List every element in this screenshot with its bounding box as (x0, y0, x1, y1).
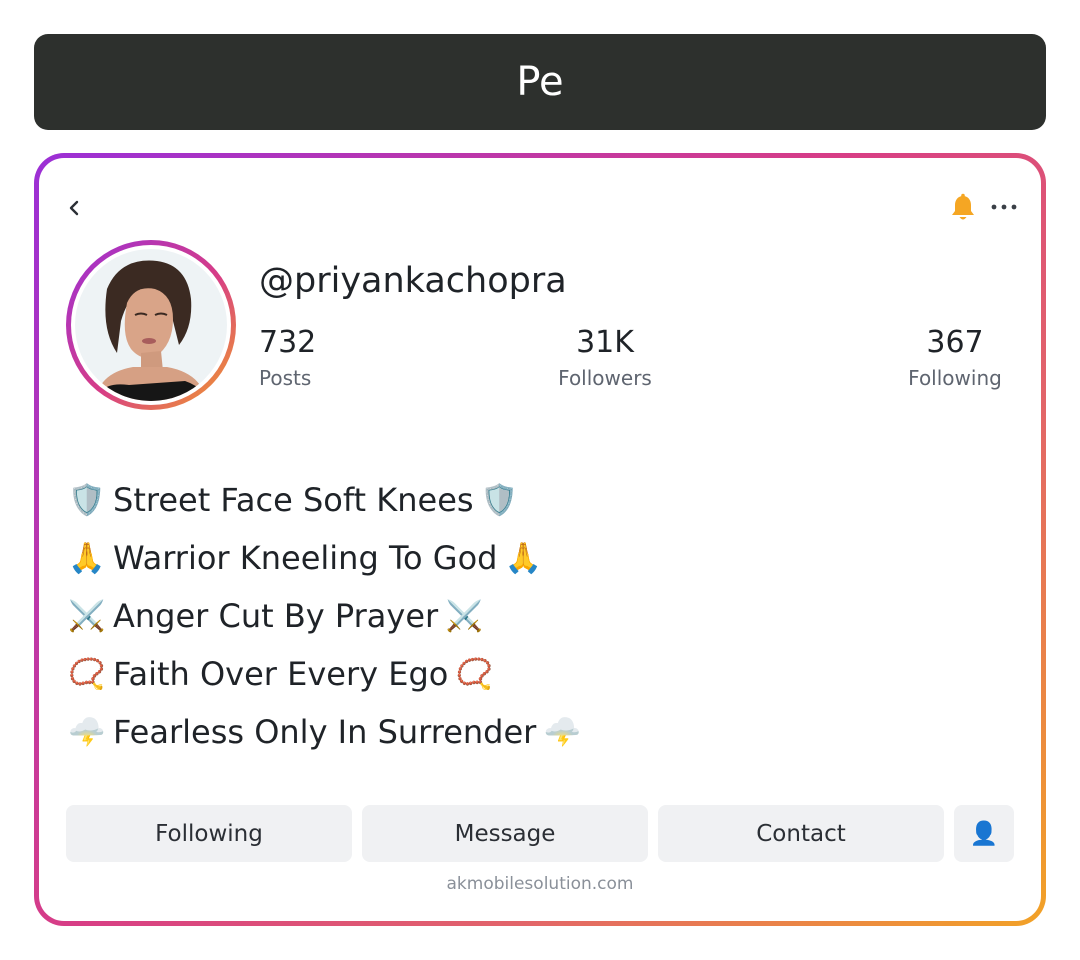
following-button[interactable]: Following (66, 805, 352, 862)
profile-photo (75, 249, 227, 401)
message-button[interactable]: Message (362, 805, 648, 862)
prayer-beads-icon: 📿 (455, 656, 493, 692)
following-label: Following (908, 366, 1002, 390)
avatar-inner (71, 245, 231, 405)
bell-icon[interactable] (949, 193, 977, 223)
bio-line: 🌩️ Fearless Only In Surrender 🌩️ (67, 703, 967, 761)
footer-watermark: akmobilesolution.com (446, 874, 634, 894)
stat-followers[interactable]: 31K Followers (555, 324, 655, 392)
bio-line-text: Faith Over Every Ego (113, 655, 449, 693)
more-horizontal-icon[interactable] (989, 200, 1019, 214)
posts-count: 732 (259, 325, 317, 360)
shield-icon: 🛡️ (68, 482, 106, 518)
thunder-cloud-icon: 🌩️ (68, 714, 106, 750)
suggested-users-button[interactable]: 👤 (954, 805, 1014, 862)
title-bar: Pe (34, 34, 1046, 130)
stat-following[interactable]: 367 Following (905, 324, 1005, 392)
posts-label: Posts (259, 366, 312, 390)
bio-line-text: Warrior Kneeling To God (113, 539, 498, 577)
shield-icon: 🛡️ (480, 482, 519, 518)
chevron-left-icon[interactable] (65, 194, 83, 222)
folded-hands-icon: 🙏 (68, 540, 106, 576)
user-icon: 👤 (969, 821, 999, 847)
bio-line: 🙏 Warrior Kneeling To God 🙏 (67, 529, 967, 587)
avatar[interactable] (66, 240, 236, 410)
bio-line: 📿 Faith Over Every Ego 📿 (67, 645, 967, 703)
bio-line-text: Fearless Only In Surrender (113, 713, 537, 751)
crossed-swords-icon: ⚔️ (445, 598, 483, 634)
followers-label: Followers (558, 366, 652, 390)
prayer-beads-icon: 📿 (68, 656, 106, 692)
stat-posts[interactable]: 732 Posts (259, 324, 316, 392)
bio-line-text: Street Face Soft Knees (113, 481, 474, 519)
crossed-swords-icon: ⚔️ (68, 598, 106, 634)
bio-line: 🛡️ Street Face Soft Knees 🛡️ (67, 471, 967, 529)
followers-count: 31K (576, 325, 634, 360)
profile-card: @priyankachopra 732 Posts 31K Followers … (39, 158, 1041, 921)
bio-line: ⚔️ Anger Cut By Prayer ⚔️ (67, 587, 967, 645)
thunder-cloud-icon: 🌩️ (543, 714, 581, 750)
profile-card-border: @priyankachopra 732 Posts 31K Followers … (34, 153, 1046, 926)
following-count: 367 (926, 325, 984, 360)
folded-hands-icon: 🙏 (504, 540, 543, 576)
contact-button[interactable]: Contact (658, 805, 944, 862)
bio-line-text: Anger Cut By Prayer (113, 597, 439, 635)
profile-username: @priyankachopra (259, 261, 567, 301)
profile-bio: 🛡️ Street Face Soft Knees 🛡️ 🙏 Warrior K… (67, 471, 967, 761)
page-title: Pe (516, 59, 564, 105)
